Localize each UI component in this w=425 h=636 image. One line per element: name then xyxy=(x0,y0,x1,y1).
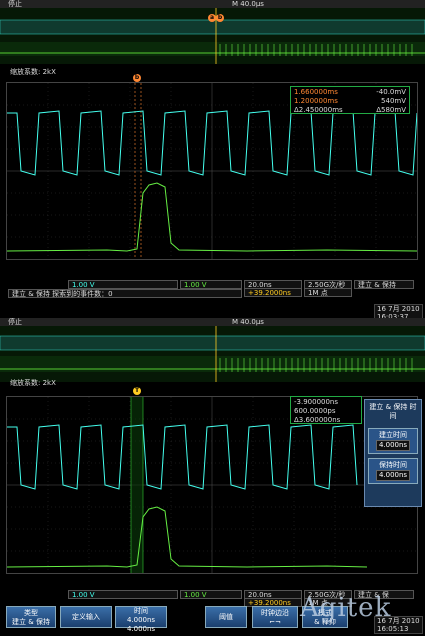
clock-edge-softkey[interactable]: 时钟边沿 ⌐¬ xyxy=(252,606,298,628)
cursor-a-marker[interactable]: a xyxy=(208,14,216,22)
scope-screen-1: 停止 M 40.0μs a b 缩放系数: 2kX b 1.660000ms -… xyxy=(0,0,425,322)
horizontal-scale-2: M 40.0μs xyxy=(232,318,264,326)
ch2-scale: 1.00 V xyxy=(72,281,95,289)
scope-screen-2: 停止 M 40.0μs 缩放系数: 2kX T -3.900000ns 600.… xyxy=(0,318,425,636)
type-softkey[interactable]: 类型 建立 & 保持 xyxy=(6,606,56,628)
record-length-value: 1M 点 xyxy=(308,289,328,297)
violation-count: 建立 & 保持 探索到的事件数：0 xyxy=(8,289,242,298)
threshold-label: 阈值 xyxy=(219,613,233,621)
define-inputs-label: 定义输入 xyxy=(72,613,100,621)
zoom-factor-label: 缩放系数: 2kX xyxy=(10,68,56,76)
trigger-pos-chip[interactable]: +39.2000ns xyxy=(244,288,302,297)
zoom-factor-label-2: 缩放系数: 2kX xyxy=(10,379,56,387)
threshold-softkey[interactable]: 阈值 xyxy=(205,606,247,628)
cursor-b-marker[interactable]: b xyxy=(216,14,224,22)
rising-edge-icon: ⌐¬ xyxy=(269,618,281,626)
hold-time-value: 4.000ns xyxy=(375,470,411,481)
cursor-b-time-2: 600.0000ps xyxy=(294,407,336,415)
run-state: 停止 xyxy=(8,0,22,8)
time-softkey-line3: 4.000ns xyxy=(126,625,156,633)
ch2-scale-chip[interactable]: 1.00 V xyxy=(68,280,178,289)
define-inputs-softkey[interactable]: 定义输入 xyxy=(60,606,112,628)
cursor-delta-time: Δ2.450000ms xyxy=(294,106,343,114)
cursor-readout: 1.660000ms -40.0mV 1.200000ms 540mV Δ2.450… xyxy=(290,86,410,114)
cursor-delta-time-2: Δ3.600000ns xyxy=(294,416,341,424)
cursor-a-time: 1.660000ms xyxy=(294,88,338,96)
run-state-2: 停止 xyxy=(8,318,22,326)
clock-edge-label: 时钟边沿 xyxy=(261,609,289,617)
setup-time-label: 建立时间 xyxy=(379,431,407,439)
ch2-scale-2: 1.00 V xyxy=(72,591,95,599)
setup-time-value: 4.000ns xyxy=(375,440,411,451)
time-softkey-line1: 时间 xyxy=(134,607,148,615)
record-length-chip[interactable]: 1M 点 xyxy=(304,288,352,297)
horizontal-scale: M 40.0μs xyxy=(232,0,264,8)
cursor-readout-2: -3.900000ns 600.0000ps Δ3.600000ns xyxy=(290,396,362,424)
status-bar-2: 停止 M 40.0μs xyxy=(0,318,425,326)
hold-time-label: 保持时间 xyxy=(379,461,407,469)
agitek-watermark: Agitek xyxy=(300,593,392,623)
ch2-scale-chip-2[interactable]: 1.00 V xyxy=(68,590,178,599)
status-bar: 停止 M 40.0μs xyxy=(0,0,425,8)
trigger-marker-zoom[interactable]: T xyxy=(133,387,141,395)
date-1: 16 7月 2010 xyxy=(377,305,420,313)
type-softkey-line1: 类型 xyxy=(24,609,38,617)
ch4-scale-chip[interactable]: 1.00 V xyxy=(180,280,242,289)
cursor-a-time-2: -3.900000ns xyxy=(294,398,339,406)
ch4-scale-chip-2[interactable]: 1.00 V xyxy=(180,590,242,599)
setup-hold-side-menu: 建立 & 保持 时间 建立时间 4.000ns 保持时间 4.000ns xyxy=(364,399,422,507)
violation-count-text: 建立 & 保持 探索到的事件数：0 xyxy=(12,290,113,298)
trigger-pos-value: +39.2000ns xyxy=(248,289,291,297)
ch4-scale-2: 1.00 V xyxy=(184,591,207,599)
type-softkey-line2: 建立 & 保持 xyxy=(12,618,50,626)
cursor-b-time: 1.200000ms xyxy=(294,97,338,105)
time-2: 16:05:13 xyxy=(377,625,409,633)
side-menu-title: 建立 & 保持 时间 xyxy=(369,403,417,420)
cursor-b-marker-zoom[interactable]: b xyxy=(133,74,141,82)
cursor-a-volt: -40.0mV xyxy=(376,88,406,96)
waveform-overview-2 xyxy=(0,326,425,382)
trigger-type-chip[interactable]: 建立 & 保持 xyxy=(354,280,414,289)
overview-svg-2 xyxy=(0,326,425,382)
cursor-delta-volt: Δ580mV xyxy=(376,106,406,114)
time-softkey[interactable]: 时间 4.000ns 4.000ns xyxy=(115,606,167,633)
cursor-b-volt: 540mV xyxy=(381,97,406,105)
ch4-scale: 1.00 V xyxy=(184,281,207,289)
time-softkey-line2: 4.000ns xyxy=(126,616,156,624)
setup-time-button[interactable]: 建立时间 4.000ns xyxy=(368,428,418,454)
hold-time-button[interactable]: 保持时间 4.000ns xyxy=(368,458,418,484)
trigger-type-value: 建立 & 保持 xyxy=(358,281,396,289)
